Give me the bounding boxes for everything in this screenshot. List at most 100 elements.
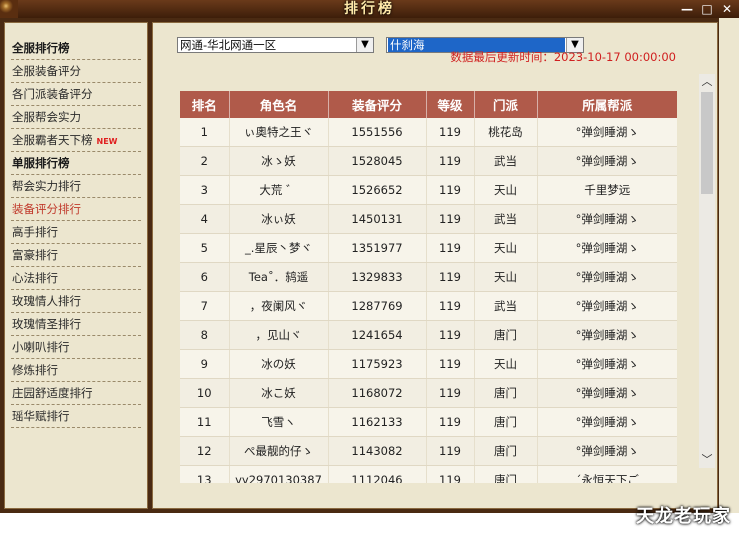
table-row[interactable]: 1 ぃ奧特之王ヾ 1551556 119 桃花岛 °弹剑睡湖ゝ xyxy=(180,118,677,147)
sidebar-item-label: 帮会实力排行 xyxy=(12,179,81,193)
table-row[interactable]: 10 冰こ妖 1168072 119 唐门 °弹剑睡湖ゝ xyxy=(180,378,677,408)
sidebar-item-label: 单服排行榜 xyxy=(12,156,70,170)
sidebar-item[interactable]: 全服帮会实力 xyxy=(11,106,141,129)
table-row[interactable]: 3 大荒 ゛ 1526652 119 天山 千里梦远 xyxy=(180,175,677,205)
table-cell: 119 xyxy=(426,175,475,205)
table-cell: ，见山ヾ xyxy=(229,320,329,350)
table-cell: 飞雪ヽ xyxy=(229,407,329,437)
scroll-up-button[interactable]: ︿ xyxy=(699,74,715,90)
sidebar-item[interactable]: 帮会实力排行 xyxy=(11,175,141,198)
table-cell: 119 xyxy=(426,146,475,176)
table-row[interactable]: 8 ，见山ヾ 1241654 119 唐门 °弹剑睡湖ゝ xyxy=(180,320,677,350)
scroll-thumb[interactable] xyxy=(701,92,713,194)
table-cell: 10 xyxy=(180,378,230,408)
sidebar-item-label: 小喇叭排行 xyxy=(12,340,70,354)
sidebar-item[interactable]: 高手排行 xyxy=(11,221,141,244)
table-cell: °弹剑睡湖ゝ xyxy=(537,233,677,263)
sidebar-item-label: 玫瑰情圣排行 xyxy=(12,317,81,331)
table-body: 1 ぃ奧特之王ヾ 1551556 119 桃花岛 °弹剑睡湖ゝ 2 冰ゝ妖 1528045 119… xyxy=(180,118,677,483)
sidebar-item[interactable]: 心法排行 xyxy=(11,267,141,290)
table-cell: 冰の妖 xyxy=(229,349,329,379)
table-cell: °弹剑睡湖ゝ xyxy=(537,204,677,234)
sidebar-item[interactable]: 全服装备评分 xyxy=(11,60,141,83)
table-row[interactable]: 4 冰ぃ妖 1450131 119 武当 °弹剑睡湖ゝ xyxy=(180,204,677,234)
table-cell: 武当 xyxy=(474,204,538,234)
sidebar-item-label: 修炼排行 xyxy=(12,363,58,377)
table-cell: 119 xyxy=(426,378,475,408)
table-row[interactable]: 13 yy2970130387 1112046 119 唐门 ´永恒天下ご xyxy=(180,465,677,483)
table-cell: 119 xyxy=(426,320,475,350)
table-cell: 119 xyxy=(426,349,475,379)
sidebar-item[interactable]: 修炼排行 xyxy=(11,359,141,382)
sidebar-item[interactable]: 庄园舒适度排行 xyxy=(11,382,141,405)
sidebar-item[interactable]: 瑶华赋排行 xyxy=(11,405,141,428)
column-header[interactable]: 门派 xyxy=(474,91,538,118)
column-header[interactable]: 所属帮派 xyxy=(537,91,677,118)
table-cell: 11 xyxy=(180,407,230,437)
new-badge: NEW xyxy=(96,137,118,146)
table-cell: 119 xyxy=(426,407,475,437)
table-row[interactable]: 7 ，夜阑风ヾ 1287769 119 武当 °弹剑睡湖ゝ xyxy=(180,291,677,321)
table-row[interactable]: 11 飞雪ヽ 1162133 119 唐门 °弹剑睡湖ゝ xyxy=(180,407,677,437)
update-time: 数据最后更新时间：2023-10-17 00:00:00 xyxy=(450,50,676,64)
restore-button[interactable]: □ xyxy=(699,1,715,17)
table-row[interactable]: 12 ぺ最靓的仔ゝ 1143082 119 唐门 °弹剑睡湖ゝ xyxy=(180,436,677,466)
table-cell: 1162133 xyxy=(328,407,427,437)
ranking-table: 排名 角色名 装备评分 等级 门派 所属帮派 1 ぃ奧特之王ヾ 1551556 119 桃花岛 °弹… xyxy=(180,91,677,483)
table-cell: 唐门 xyxy=(474,436,538,466)
sidebar-item-label: 庄园舒适度排行 xyxy=(12,386,93,400)
table-cell: 唐门 xyxy=(474,407,538,437)
column-header[interactable]: 等级 xyxy=(426,91,475,118)
sidebar-item[interactable]: 玫瑰情圣排行 xyxy=(11,313,141,336)
table-cell: 12 xyxy=(180,436,230,466)
table-cell: 冰ゝ妖 xyxy=(229,146,329,176)
table-row[interactable]: 6 Tea˚．鸫遥 1329833 119 天山 °弹剑睡湖ゝ xyxy=(180,262,677,292)
close-button[interactable]: ✕ xyxy=(719,1,735,17)
table-cell: Tea˚．鸫遥 xyxy=(229,262,329,292)
column-header[interactable]: 装备评分 xyxy=(328,91,427,118)
ranking-table-container: 排名 角色名 装备评分 等级 门派 所属帮派 1 ぃ奧特之王ヾ 1551556 119 桃花岛 °弹… xyxy=(180,91,677,483)
table-cell: 冰こ妖 xyxy=(229,378,329,408)
column-header[interactable]: 角色名 xyxy=(229,91,329,118)
table-cell: 1551556 xyxy=(328,118,427,147)
sidebar-item[interactable]: 玫瑰情人排行 xyxy=(11,290,141,313)
sidebar-item[interactable]: 富豪排行 xyxy=(11,244,141,267)
table-row[interactable]: 2 冰ゝ妖 1528045 119 武当 °弹剑睡湖ゝ xyxy=(180,146,677,176)
sidebar-item[interactable]: 装备评分排行 xyxy=(11,198,141,221)
table-cell: 119 xyxy=(426,233,475,263)
table-cell: °弹剑睡湖ゝ xyxy=(537,262,677,292)
table-row[interactable]: 5 _.星辰丶梦ヾ 1351977 119 天山 °弹剑睡湖ゝ xyxy=(180,233,677,263)
table-cell: 119 xyxy=(426,204,475,234)
table-cell: 4 xyxy=(180,204,230,234)
sidebar-item[interactable]: 小喇叭排行 xyxy=(11,336,141,359)
scroll-down-button[interactable]: ﹀ xyxy=(699,452,715,468)
table-cell: 1 xyxy=(180,118,230,147)
table-cell: 5 xyxy=(180,233,230,263)
table-cell: 119 xyxy=(426,465,475,483)
table-cell: 1287769 xyxy=(328,291,427,321)
table-cell: 119 xyxy=(426,118,475,147)
window-controls: — □ ✕ xyxy=(679,0,735,18)
table-cell: 3 xyxy=(180,175,230,205)
table-cell: 9 xyxy=(180,349,230,379)
table-header-row: 排名 角色名 装备评分 等级 门派 所属帮派 xyxy=(180,91,677,118)
minimize-button[interactable]: — xyxy=(679,1,695,17)
bottom-area xyxy=(0,513,739,538)
table-cell: 1450131 xyxy=(328,204,427,234)
sidebar-section-header: 单服排行榜 xyxy=(11,152,141,175)
table-row[interactable]: 9 冰の妖 1175923 119 天山 °弹剑睡湖ゝ xyxy=(180,349,677,379)
table-cell: 天山 xyxy=(474,175,538,205)
sidebar-item[interactable]: 全服霸者天下榜 NEW xyxy=(11,129,141,152)
vertical-scrollbar[interactable]: ︿ ﹀ xyxy=(699,74,715,468)
window-title: 排行榜 xyxy=(344,1,395,17)
column-header[interactable]: 排名 xyxy=(180,91,230,118)
table-cell: 唐门 xyxy=(474,378,538,408)
table-cell: 1168072 xyxy=(328,378,427,408)
table-cell: ぺ最靓的仔ゝ xyxy=(229,436,329,466)
table-cell: °弹剑睡湖ゝ xyxy=(537,436,677,466)
sidebar-item[interactable]: 各门派装备评分 xyxy=(11,83,141,106)
table-cell: 天山 xyxy=(474,233,538,263)
sidebar-item-label: 装备评分排行 xyxy=(12,202,81,216)
table-cell: 冰ぃ妖 xyxy=(229,204,329,234)
table-cell: 武当 xyxy=(474,291,538,321)
